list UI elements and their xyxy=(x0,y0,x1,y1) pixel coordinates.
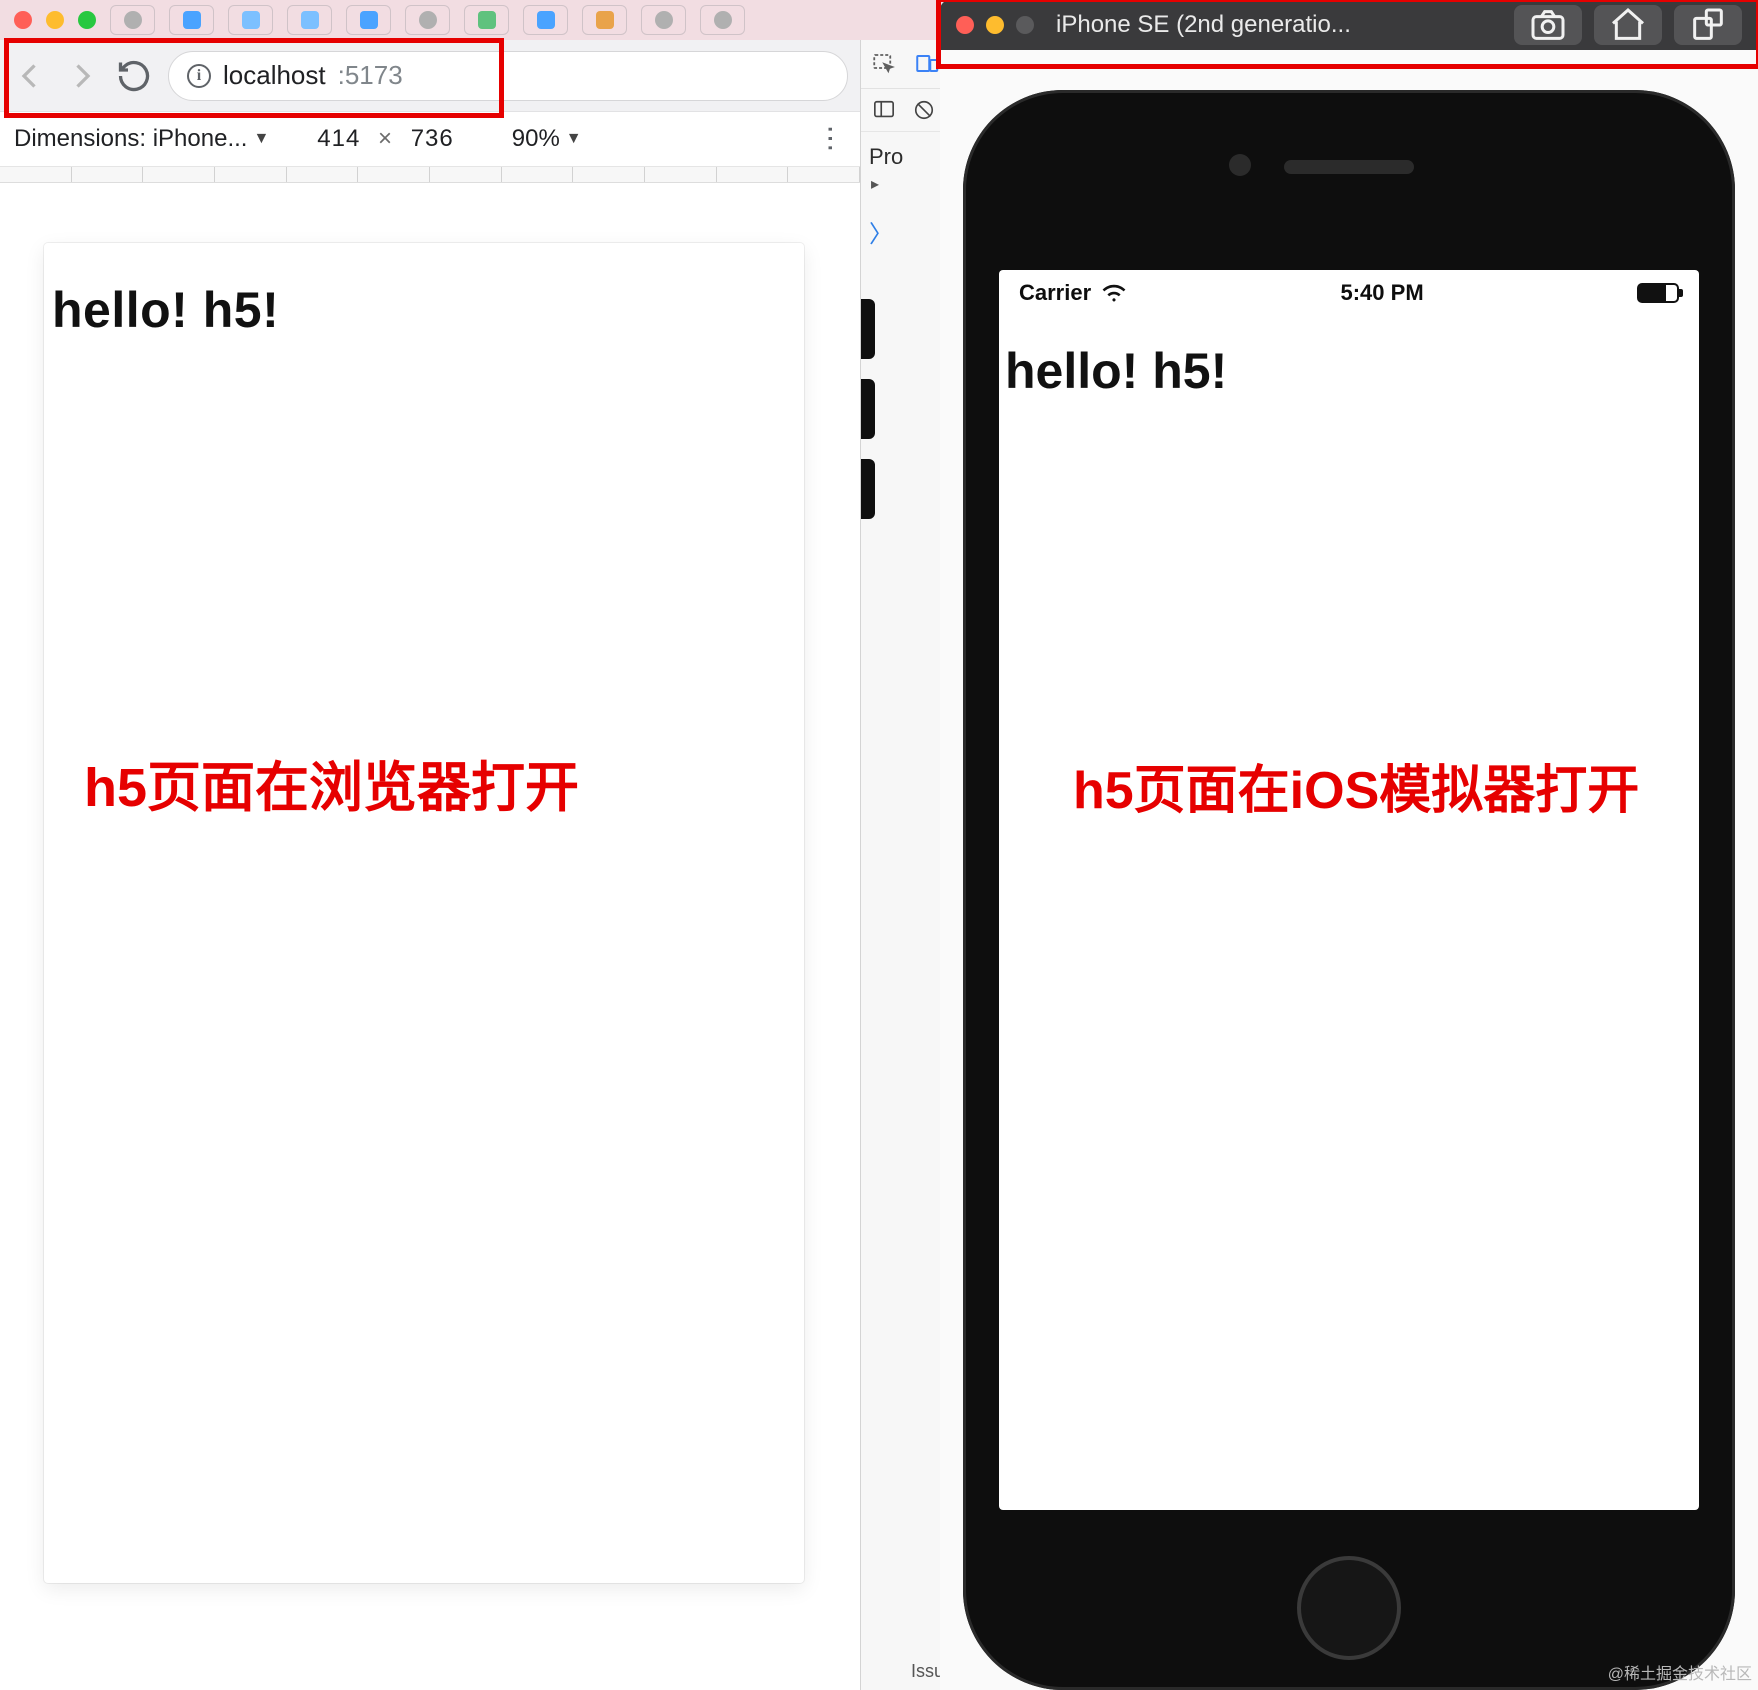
simulator-body: Carrier 5:40 PM hello! h5! h5页面在iOS模拟器打开 xyxy=(940,50,1758,1690)
wifi-icon xyxy=(1101,283,1127,303)
device-ruler xyxy=(0,167,860,183)
device-select-label: Dimensions: iPhone... xyxy=(14,125,247,153)
tab-icon[interactable] xyxy=(464,5,509,35)
device-viewport-wrap: hello! h5! h5页面在浏览器打开 xyxy=(0,183,860,1643)
annotation-text-right: h5页面在iOS模拟器打开 xyxy=(1073,748,1639,823)
tab-icon[interactable] xyxy=(169,5,214,35)
highlight-rectangle-right xyxy=(936,0,1758,69)
ios-status-bar: Carrier 5:40 PM xyxy=(999,270,1699,316)
device-select[interactable]: Dimensions: iPhone... ▼ xyxy=(14,125,269,153)
page-heading: hello! h5! xyxy=(52,281,279,339)
project-navigator-label: Pro xyxy=(861,132,950,174)
ios-simulator-window: iPhone SE (2nd generatio... Carrier xyxy=(940,0,1758,1690)
tab-icon[interactable] xyxy=(641,5,686,35)
battery-icon xyxy=(1637,283,1679,303)
annotation-text-left: h5页面在浏览器打开 xyxy=(84,743,579,822)
iphone-home-button[interactable] xyxy=(1297,1556,1401,1660)
chrome-window: i localhost:5173 Dimensions: iPhone... ▼… xyxy=(0,40,860,1690)
phone-side-button xyxy=(861,299,875,359)
devtools-device-toolbar: Dimensions: iPhone... ▼ 414 × 736 90% ▼ … xyxy=(0,112,860,167)
iphone-frame: Carrier 5:40 PM hello! h5! h5页面在iOS模拟器打开 xyxy=(963,90,1735,1690)
tab-icon[interactable] xyxy=(700,5,745,35)
page-heading: hello! h5! xyxy=(1005,342,1227,400)
traffic-light-minimize-icon[interactable] xyxy=(46,11,64,29)
carrier-label: Carrier xyxy=(1019,280,1091,306)
chevron-down-icon: ▼ xyxy=(566,130,582,148)
tab-icon[interactable] xyxy=(287,5,332,35)
front-camera-icon xyxy=(1229,154,1251,176)
more-options-button[interactable]: ⋯ xyxy=(815,124,848,154)
tab-icon[interactable] xyxy=(228,5,273,35)
disable-icon[interactable] xyxy=(911,99,937,121)
panel-toggle-icon[interactable] xyxy=(871,99,897,121)
watermark-text: @稀土掘金技术社区 xyxy=(1608,1660,1752,1684)
phone-side-button xyxy=(861,379,875,439)
phone-side-button xyxy=(861,459,875,519)
iphone-screen[interactable]: Carrier 5:40 PM hello! h5! h5页面在iOS模拟器打开 xyxy=(999,270,1699,1510)
earpiece-icon xyxy=(1284,160,1414,174)
chevron-down-icon: ▼ xyxy=(253,130,269,148)
zoom-select[interactable]: 90% ▼ xyxy=(512,125,582,153)
zoom-value: 90% xyxy=(512,125,560,153)
traffic-light-zoom-icon[interactable] xyxy=(78,11,96,29)
highlight-rectangle-left xyxy=(4,38,504,118)
tab-icon[interactable] xyxy=(523,5,568,35)
device-width[interactable]: 414 xyxy=(317,125,360,152)
tab-icon[interactable] xyxy=(346,5,391,35)
clock-label: 5:40 PM xyxy=(1341,280,1424,306)
device-height[interactable]: 736 xyxy=(411,125,454,152)
tab-icon[interactable] xyxy=(582,5,627,35)
device-dimensions: 414 × 736 xyxy=(317,125,453,153)
times-icon: × xyxy=(378,125,393,152)
xcode-side-panel: Pro ▸ 〉 Issu xyxy=(860,40,950,1690)
inspect-element-icon[interactable] xyxy=(871,52,898,76)
tab-icon[interactable] xyxy=(110,5,155,35)
disclosure-chevron-icon[interactable]: 〉 xyxy=(861,194,950,269)
tab-icon[interactable] xyxy=(405,5,450,35)
device-viewport[interactable]: hello! h5! h5页面在浏览器打开 xyxy=(44,243,804,1583)
traffic-light-close-icon[interactable] xyxy=(14,11,32,29)
